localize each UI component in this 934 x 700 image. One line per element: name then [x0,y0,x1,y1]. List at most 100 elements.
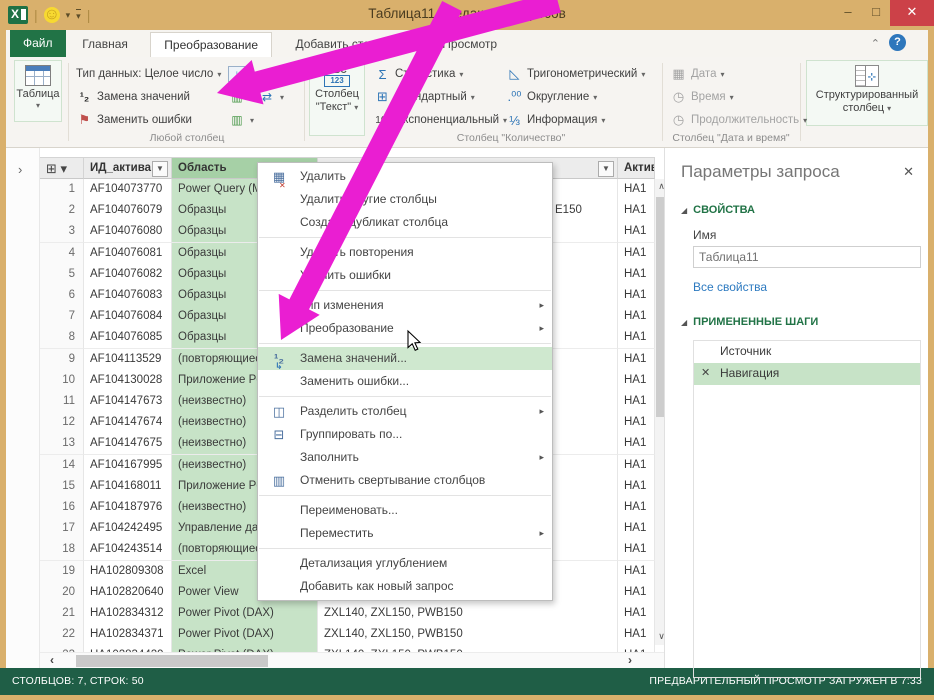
unpivot-other-columns-icon[interactable]: ▥ [228,112,246,128]
maximize-button[interactable]: □ [862,0,890,26]
menu-item-заполнить[interactable]: Заполнить▸ [258,446,552,469]
menu-item-заменить-ошибки-[interactable]: Заменить ошибки... [258,370,552,393]
tab-add-column[interactable]: Добавить столбец [283,32,410,57]
ribbon-item-тригонометрический[interactable]: ◺Тригонометрический▾ [506,65,645,83]
статистика-icon: Σ [374,67,391,82]
menu-item-тип-изменения[interactable]: Тип изменения▸ [258,294,552,317]
menu-item-replace-values[interactable]: ¹₂↳Замена значений... [258,347,552,370]
queries-sidebar[interactable]: › Запросы [6,148,40,668]
table-cell: Power Pivot (DAX) [172,603,318,625]
menu-item-удалить-ошибки[interactable]: Удалить ошибки [258,264,552,287]
submenu-arrow-icon: ▸ [539,446,544,469]
move-columns-icon[interactable]: ⇄ [258,89,276,105]
minimize-button[interactable]: – [834,0,862,26]
replace-errors-icon: ⚑ [76,112,93,128]
menu-item-детализация-углублением[interactable]: Детализация углублением [258,552,552,575]
menu-item-split-column[interactable]: ◫Разделить столбец▸ [258,400,552,423]
fill-button[interactable]: ↓ ▾ ▥ [228,65,276,83]
table-cell: HA1 [618,221,655,243]
scroll-left-icon[interactable]: ‹ [44,653,60,668]
продолжительность-icon: ◷ [670,112,687,128]
menu-item-удалить-другие-столбцы[interactable]: Удалить другие столбцы [258,188,552,211]
ribbon-item-округление[interactable]: .⁰⁰Округление▾ [506,88,597,106]
tab-home[interactable]: Главная [69,32,141,57]
scroll-right-icon[interactable]: › [622,653,638,668]
menu-item-переименовать-[interactable]: Переименовать... [258,499,552,522]
panel-title: Параметры запроса [681,162,916,182]
applied-steps-section-header[interactable]: ◢ПРИМЕНЕННЫЕ ШАГИ [681,316,916,328]
table-cell: HA1 [618,412,655,434]
ribbon-item-дата[interactable]: ▦Дата▾ [670,65,724,83]
row-number: 15 [40,476,84,498]
ribbon-item-статистика[interactable]: ΣСтатистика▾ [374,65,463,83]
table-cell: AF104167995 [84,455,172,477]
table-cell: HA1 [618,582,655,604]
horizontal-scrollbar[interactable]: ‹ › [40,652,668,668]
tab-transform[interactable]: Преобразование [150,32,272,57]
menu-separator [259,290,551,291]
table-corner-menu-icon[interactable]: ⊞ ▾ [46,161,67,176]
table-menu-label: Таблица [15,88,61,101]
menu-item-преобразование[interactable]: Преобразование▸ [258,317,552,340]
ribbon-item-стандартный[interactable]: ⊞Стандартный▾ [374,88,475,106]
collapse-triangle-icon: ◢ [681,206,687,215]
ribbon-item-экспоненциальный[interactable]: 10²Экспоненциальный▾ [374,111,507,129]
table-cell: HA1 [618,455,655,477]
tab-view[interactable]: Просмотр [429,32,510,57]
panel-close-icon[interactable]: ✕ [903,164,914,180]
help-icon[interactable]: ? [889,34,906,51]
row-number: 19 [40,561,84,583]
table-cell: AF104187976 [84,497,172,519]
group-label-datetime-column: Столбец "Дата и время" [666,132,796,144]
replace-values-button[interactable]: ¹₂ Замена значений [76,88,190,106]
collapse-ribbon-icon[interactable]: ⌃ [871,37,880,50]
menu-separator [259,396,551,397]
menu-item-удалить-повторения[interactable]: Удалить повторения [258,241,552,264]
expand-queries-icon[interactable]: › [18,162,22,177]
filter-dropdown-icon[interactable]: ▼ [152,161,168,177]
ribbon-item-продолжительность[interactable]: ◷Продолжительность▾ [670,111,807,129]
delete-step-icon[interactable]: ✕ [701,363,710,384]
ribbon-item-label: Информация [527,114,597,126]
pivot-column-icon[interactable]: ▥ [258,66,276,82]
ribbon-item-label: Экспоненциальный [395,114,499,126]
applied-step-источник[interactable]: Источник [694,341,920,363]
menu-item-delete-column[interactable]: ▦✕Удалить [258,165,552,188]
structured-column-label-2: столбец [843,102,884,114]
table-cell: AF104076083 [84,285,172,307]
data-type-dropdown[interactable]: Тип данных: Целое число ▾ [76,65,221,83]
structured-column-button[interactable]: ⊹ Структурированный столбец ▾ [806,60,928,126]
filter-dropdown-icon[interactable]: ▼ [598,161,614,177]
properties-section-header[interactable]: ◢СВОЙСТВА [681,204,916,216]
menu-item-unpivot-columns[interactable]: ▥Отменить свертывание столбцов [258,469,552,492]
ribbon-item-информация[interactable]: ⅓Информация▾ [506,111,605,129]
close-button[interactable]: ✕ [890,0,934,26]
ribbon-item-время[interactable]: ◷Время▾ [670,88,734,106]
table-cell: AF104130028 [84,370,172,392]
horizontal-scroll-thumb[interactable] [76,655,268,667]
menu-item-group-by[interactable]: ⊟Группировать по... [258,423,552,446]
menu-item-создать-дубликат-столбца[interactable]: Создать дубликат столбца [258,211,552,234]
chevron-down-icon: ▾ [887,104,891,113]
all-properties-link[interactable]: Все свойства [693,280,916,294]
status-columns-rows: СТОЛБЦОВ: 7, СТРОК: 50 [12,675,144,687]
menu-item-добавить-как-новый-запрос[interactable]: Добавить как новый запрос [258,575,552,598]
grid-corner-cell[interactable]: ⊞ ▾ [40,157,84,179]
row-number: 12 [40,412,84,434]
column-header-Актив В[interactable]: Актив В [618,157,655,179]
query-name-input[interactable] [693,246,921,268]
table-cell: AF104076079 [84,200,172,222]
replace-errors-button[interactable]: ⚑ Заменить ошибки [76,111,192,129]
applied-step-навигация[interactable]: ✕Навигация [694,363,920,385]
table-cell: HA1 [618,349,655,371]
power-query-editor-window: X | ☺ ▾ ▾ | Таблица11 - редактор запросо… [0,0,934,700]
unpivot-columns-icon[interactable]: ▥ [228,89,246,105]
chevron-down-icon: ▾ [601,116,605,125]
text-column-button[interactable]: ABC 123 Столбец "Текст" ▾ [309,60,365,136]
tab-file[interactable]: Файл [10,30,66,57]
submenu-arrow-icon: ▸ [539,522,544,545]
column-header-ИД_актива[interactable]: ИД_актива▼ [84,157,172,179]
menu-item-переместить[interactable]: Переместить▸ [258,522,552,545]
table-menu-button[interactable]: Таблица ▾ [14,60,62,122]
row-number: 14 [40,455,84,477]
